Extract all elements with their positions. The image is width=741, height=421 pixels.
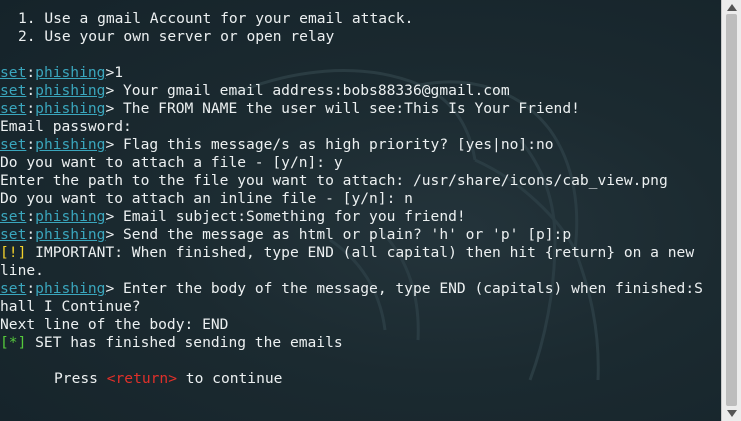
prompt-module-label: phishing [35,226,106,243]
output-line: hall I Continue? [0,298,721,316]
prompt-set-label: set [0,136,27,153]
menu-option-line: 2. Use your own server or open relay [0,28,721,46]
press-return-line: Press <return> to continue [0,370,721,388]
warning-text: IMPORTANT: When finished, type END (all … [26,244,695,261]
press-text-after: to continue [177,370,283,387]
return-key-label: <return> [106,370,178,387]
terminal-window[interactable]: 1. Use a gmail Account for your email at… [0,0,721,421]
prompt-module-label: phishing [35,82,106,99]
prompt-line: set:phishing> Send the message as html o… [0,226,721,244]
prompt-line: set:phishing> The FROM NAME the user wil… [0,100,721,118]
prompt-input-text: > Send the message as html or plain? 'h'… [105,226,572,243]
warning-line: [!] IMPORTANT: When finished, type END (… [0,244,721,262]
prompt-input-text: >1 [105,64,124,81]
prompt-line: set:phishing> Your gmail email address:b… [0,82,721,100]
line-text: Enter the path to the file you want to a… [0,172,668,189]
output-line: line. [0,262,721,280]
output-line: Next line of the body: END [0,316,721,334]
prompt-input-text: > Your gmail email address:bobs88336@gma… [105,82,510,99]
line-text: line. [0,262,44,279]
prompt-colon: : [26,280,36,297]
prompt-set-label: set [0,100,27,117]
success-line: [*] SET has finished sending the emails [0,334,721,352]
prompt-set-label: set [0,280,27,297]
output-line: Enter the path to the file you want to a… [0,172,721,190]
prompt-line: set:phishing> Enter the body of the mess… [0,280,721,298]
press-text-before: Press [54,370,107,387]
prompt-set-label: set [0,208,27,225]
line-text: Next line of the body: END [0,316,229,333]
prompt-colon: : [26,82,36,99]
vertical-scrollbar[interactable] [721,0,741,421]
line-text: hall I Continue? [0,298,141,315]
terminal-output: 1. Use a gmail Account for your email at… [0,10,721,388]
prompt-module-label: phishing [35,208,106,225]
line-text: 2. Use your own server or open relay [18,28,335,45]
prompt-colon: : [26,136,36,153]
prompt-module-label: phishing [35,136,106,153]
prompt-input-text: > Enter the body of the message, type EN… [105,280,703,297]
prompt-colon: : [26,226,36,243]
prompt-input-text: > Email subject:Something for you friend… [105,208,466,225]
prompt-line: set:phishing>1 [0,64,721,82]
prompt-colon: : [26,208,36,225]
prompt-set-label: set [0,82,27,99]
prompt-line: set:phishing> Flag this message/s as hig… [0,136,721,154]
output-line: Do you want to attach a file - [y/n]: y [0,154,721,172]
prompt-input-text: > The FROM NAME the user will see:This I… [105,100,580,117]
menu-option-line: 1. Use a gmail Account for your email at… [0,10,721,28]
line-text: 1. Use a gmail Account for your email at… [18,10,414,27]
line-text: Email password: [0,118,132,135]
prompt-module-label: phishing [35,64,106,81]
scroll-down-arrow-icon[interactable] [727,410,737,417]
success-text: SET has finished sending the emails [26,334,343,351]
prompt-module-label: phishing [35,280,106,297]
output-line: Do you want to attach an inline file - [… [0,190,721,208]
success-tag: [*] [0,334,27,351]
scrollbar-thumb[interactable] [726,14,737,406]
output-line: Email password: [0,118,721,136]
prompt-line: set:phishing> Email subject:Something fo… [0,208,721,226]
line-text: Do you want to attach a file - [y/n]: y [0,154,343,171]
warning-tag: [!] [0,244,27,261]
line-text: Do you want to attach an inline file - [… [0,190,413,207]
prompt-set-label: set [0,226,27,243]
prompt-set-label: set [0,64,27,81]
scroll-up-arrow-icon[interactable] [727,4,737,11]
prompt-module-label: phishing [35,100,106,117]
prompt-colon: : [26,64,36,81]
prompt-colon: : [26,100,36,117]
prompt-input-text: > Flag this message/s as high priority? … [105,136,554,153]
